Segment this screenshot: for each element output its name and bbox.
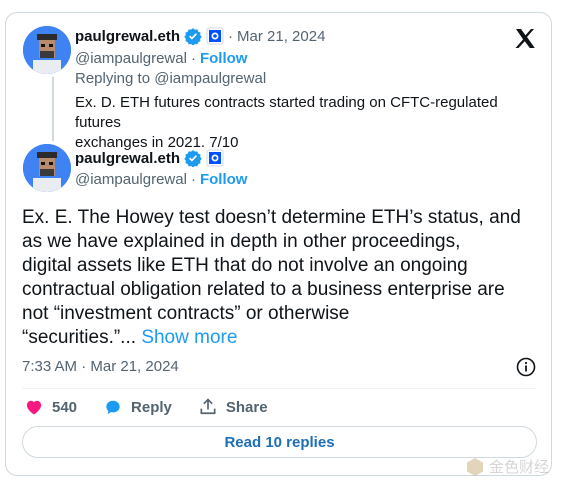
- affiliate-badge-icon: [206, 149, 224, 167]
- tweet-text-line: digital assets like ETH that do not invo…: [22, 255, 468, 276]
- verified-badge-icon: [184, 149, 202, 168]
- tweet-text-tail: “securities.”...: [22, 327, 137, 348]
- watermark-logo-icon: [466, 457, 483, 476]
- reply-label: Reply: [131, 398, 172, 416]
- quoted-handle-row: @iampaulgrewal · Follow: [75, 50, 247, 67]
- x-logo-icon[interactable]: [513, 27, 537, 51]
- quoted-name-row: paulgrewal.eth · Mar 21, 2024: [75, 27, 325, 46]
- follow-button[interactable]: Follow: [200, 171, 248, 188]
- tweet-text-line-last: “securities.”... Show more: [22, 326, 547, 350]
- info-icon[interactable]: [516, 357, 536, 377]
- heart-icon: [26, 400, 42, 415]
- share-button[interactable]: Share: [198, 397, 268, 417]
- dot-separator: ·: [190, 171, 196, 188]
- quoted-text: Ex. D. ETH futures contracts started tra…: [75, 93, 545, 153]
- read-replies-button[interactable]: Read 10 replies: [22, 426, 537, 458]
- tweet-text-line: not “investment contracts” or otherwise: [22, 303, 350, 324]
- thread-line: [52, 77, 54, 141]
- replying-to: Replying to @iampaulgrewal: [75, 70, 267, 87]
- author-name[interactable]: paulgrewal.eth: [75, 28, 180, 45]
- author-handle[interactable]: @iampaulgrewal: [75, 171, 187, 188]
- avatar[interactable]: [23, 144, 71, 192]
- follow-button[interactable]: Follow: [200, 50, 248, 67]
- dot-separator: ·: [228, 27, 234, 45]
- tweet-text-line: as we have explained in depth in other p…: [22, 231, 461, 252]
- watermark: 金色财经: [465, 456, 549, 477]
- author-name[interactable]: paulgrewal.eth: [75, 150, 180, 167]
- action-bar: 540 Reply Share: [24, 397, 268, 417]
- tweet-text-line: contractual obligation related to a busi…: [22, 279, 505, 300]
- show-more-link[interactable]: Show more: [141, 327, 237, 348]
- watermark-text: 金色财经: [488, 459, 549, 476]
- avatar[interactable]: [23, 26, 71, 74]
- quoted-text-line: Ex. D. ETH futures contracts started tra…: [75, 94, 498, 131]
- tweet-text-line: Ex. E. The Howey test doesn’t determine …: [22, 207, 521, 228]
- reply-bubble-icon: [106, 400, 120, 415]
- main-handle-row: @iampaulgrewal · Follow: [75, 171, 247, 188]
- tweet-text: Ex. E. The Howey test doesn’t determine …: [22, 206, 547, 350]
- dot-separator: ·: [190, 50, 196, 67]
- affiliate-badge-icon: [206, 27, 224, 45]
- share-label: Share: [225, 398, 268, 416]
- tweet-timestamp[interactable]: 7:33 AM · Mar 21, 2024: [22, 358, 179, 375]
- reply-button[interactable]: Reply: [103, 397, 172, 417]
- separator: [22, 388, 537, 389]
- verified-badge-icon: [184, 27, 202, 46]
- share-icon: [200, 398, 216, 415]
- tweet-card: paulgrewal.eth · Mar 21, 2024 @iampaulgr…: [5, 12, 552, 476]
- post-date[interactable]: Mar 21, 2024: [237, 28, 325, 45]
- like-button[interactable]: 540: [24, 397, 77, 417]
- main-name-row: paulgrewal.eth: [75, 149, 224, 168]
- author-handle[interactable]: @iampaulgrewal: [75, 50, 187, 67]
- like-count: 540: [52, 398, 78, 416]
